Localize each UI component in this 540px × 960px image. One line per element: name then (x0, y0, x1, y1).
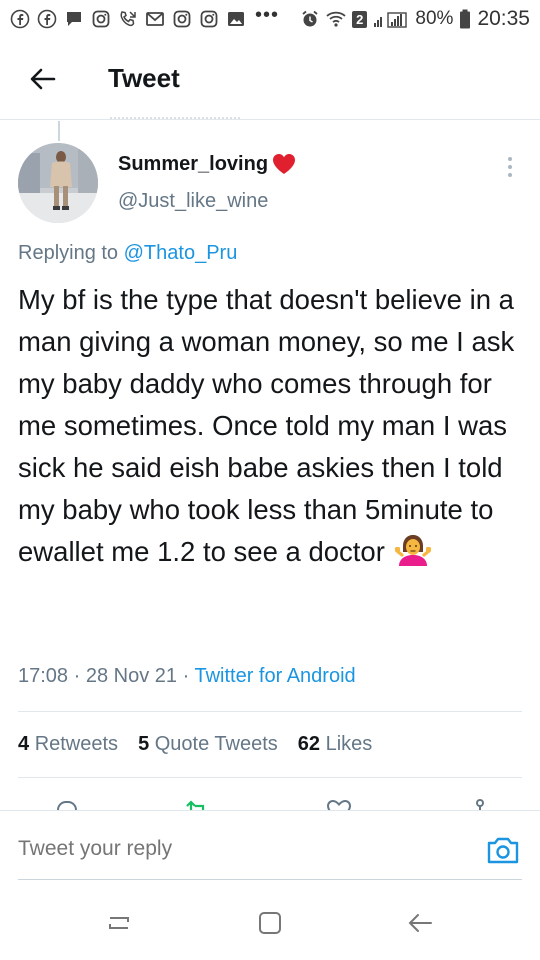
thread-connector (58, 121, 60, 141)
tweet-date: 28 Nov 21 (85, 665, 178, 687)
author-display-name: Summer_loving (118, 152, 269, 175)
divider (18, 777, 522, 778)
quote-tweets-count: 5 (138, 733, 150, 755)
facebook-icon (10, 9, 30, 29)
tweet-actions (0, 796, 540, 810)
author-handle[interactable]: @Just_like_wine (118, 190, 268, 213)
wifi-icon (326, 9, 346, 29)
gmail-icon (145, 9, 165, 29)
instagram-icon (172, 9, 192, 29)
back-nav-button[interactable] (405, 908, 435, 938)
author-name[interactable]: Summer_loving (118, 152, 297, 176)
replying-prefix: Replying to (18, 242, 119, 264)
tweet-body: My bf is the type that doesn't believe i… (18, 279, 523, 573)
system-nav-bar (0, 882, 540, 960)
home-icon (259, 912, 281, 934)
reply-input[interactable] (18, 837, 458, 861)
likes-stat[interactable]: 62 Likes (298, 733, 373, 756)
clock: 20:35 (477, 7, 530, 30)
notification-icons: ••• (10, 5, 279, 29)
retweets-count: 4 (18, 733, 30, 755)
camera-icon (487, 837, 519, 864)
quote-tweets-label: Quote Tweets (154, 733, 278, 755)
instagram-icon (91, 9, 111, 29)
likes-label: Likes (325, 733, 373, 755)
camera-button[interactable] (486, 835, 520, 865)
reply-button[interactable] (52, 798, 80, 810)
reply-icon (57, 801, 78, 810)
recent-apps-icon (109, 917, 129, 929)
retweets-label: Retweets (34, 733, 119, 755)
home-button[interactable] (255, 908, 285, 938)
like-button[interactable] (325, 798, 353, 810)
status-bar: ••• 2 80% 20:35 (0, 0, 540, 38)
tweet-stats: 4 Retweets 5 Quote Tweets 62 Likes (18, 733, 372, 756)
chat-icon (64, 9, 84, 29)
retweet-icon (186, 800, 205, 810)
like-icon (326, 799, 352, 810)
sim-badge: 2 (352, 10, 368, 28)
person-shrugging-icon (394, 535, 431, 566)
facebook-icon (37, 9, 57, 29)
replying-to: Replying to @Thato_Pru (18, 242, 237, 265)
alarm-icon (300, 9, 320, 29)
meta-separator: · (73, 665, 81, 687)
more-vertical-dot (508, 173, 512, 177)
missed-call-icon (118, 9, 138, 29)
tweet-meta: 17:08 · 28 Nov 21 · Twitter for Android (18, 665, 356, 688)
more-options-button[interactable] (500, 154, 520, 180)
tweet-text: My bf is the type that doesn't believe i… (18, 284, 515, 567)
quote-tweets-stat[interactable]: 5 Quote Tweets (138, 733, 278, 756)
replying-to-link[interactable]: @Thato_Pru (124, 242, 238, 264)
battery-icon (459, 9, 471, 29)
retweet-button[interactable] (183, 798, 211, 810)
recent-apps-button[interactable] (104, 908, 134, 938)
tweet-time: 17:08 (18, 665, 69, 687)
share-button[interactable] (466, 798, 494, 810)
more-vertical-dot (508, 165, 512, 169)
previous-tweet-edge (110, 117, 240, 123)
more-dots-icon: ••• (255, 4, 280, 26)
back-button[interactable] (26, 62, 60, 96)
avatar[interactable] (18, 143, 98, 223)
image-icon (226, 9, 246, 29)
battery-percent: 80% (415, 8, 454, 29)
reply-underline (18, 879, 522, 880)
likes-count: 62 (297, 733, 321, 755)
page-title: Tweet (108, 63, 180, 93)
signal-icon (373, 9, 409, 29)
arrow-left-icon (30, 68, 56, 90)
share-icon (476, 799, 484, 810)
reply-composer (0, 810, 540, 882)
top-app-bar: Tweet (0, 38, 540, 120)
system-indicators: 2 80% 20:35 (300, 7, 530, 31)
more-vertical-icon (508, 157, 512, 161)
divider (18, 711, 522, 712)
meta-separator: · (182, 665, 190, 687)
back-nav-icon (408, 914, 432, 932)
heart-icon (273, 154, 296, 174)
tweet-source-link[interactable]: Twitter for Android (194, 665, 355, 687)
instagram-icon (199, 9, 219, 29)
retweets-stat[interactable]: 4 Retweets (18, 733, 118, 756)
